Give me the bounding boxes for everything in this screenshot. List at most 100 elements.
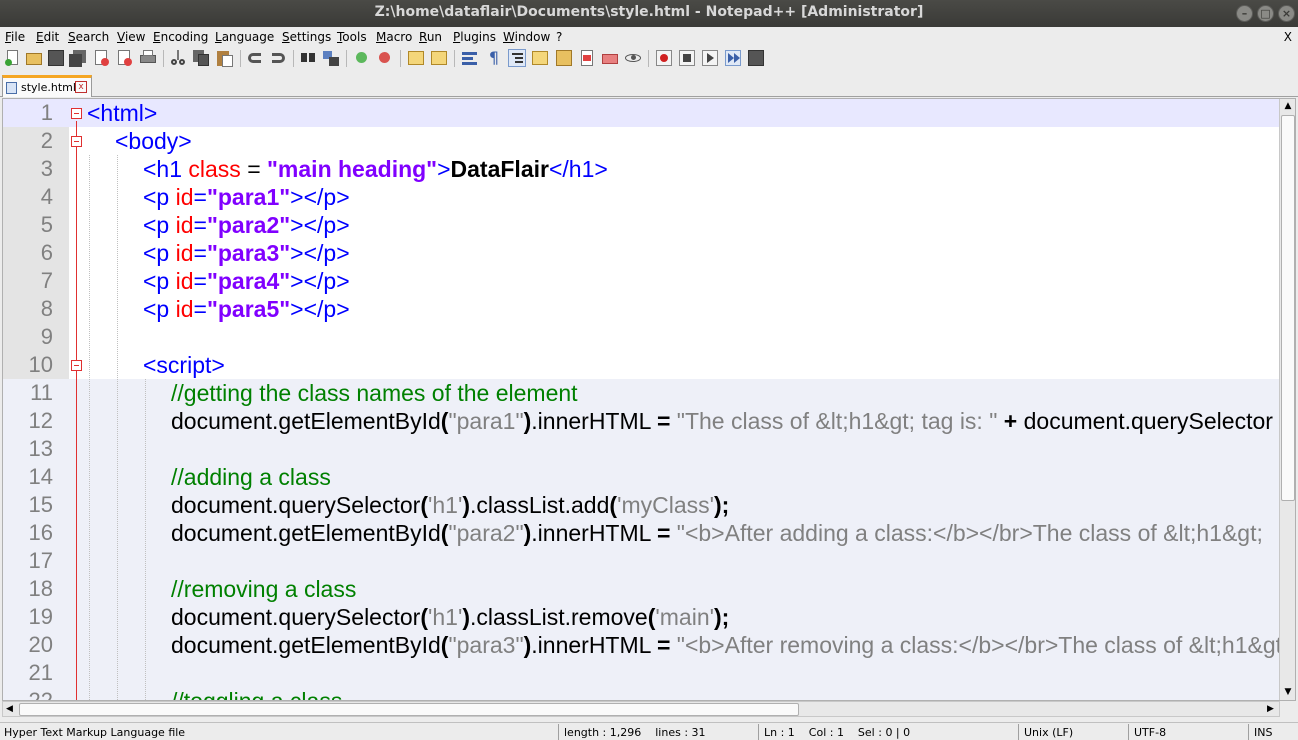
menu-edit[interactable]: Edit — [36, 30, 59, 44]
undo-icon[interactable] — [246, 49, 264, 67]
word-wrap-icon[interactable] — [461, 49, 479, 67]
code-line[interactable]: 18 //removing a class — [3, 575, 1279, 603]
indent-guide — [117, 603, 118, 631]
maximize-button[interactable]: □ — [1257, 5, 1274, 22]
menu-encoding[interactable]: Encoding — [153, 30, 208, 44]
code-line[interactable]: 14 //adding a class — [3, 463, 1279, 491]
code-token: "para4" — [206, 268, 291, 294]
indent-guide — [145, 631, 146, 659]
zoom-out-icon[interactable] — [376, 49, 394, 67]
code-line[interactable]: 15 document.querySelector('h1').classList… — [3, 491, 1279, 519]
copy-icon[interactable] — [192, 49, 210, 67]
fold-toggle-body[interactable] — [71, 136, 82, 147]
horizontal-scrollbar[interactable]: ◀ ▶ — [2, 701, 1280, 717]
code-line[interactable]: 8 <p id="para5"></p> — [3, 295, 1279, 323]
indent-guide — [117, 687, 118, 700]
indent-guide — [117, 267, 118, 295]
code-line[interactable]: 7 <p id="para4"></p> — [3, 267, 1279, 295]
scroll-right-icon[interactable]: ▶ — [1267, 704, 1274, 714]
code-line[interactable]: 6 <p id="para3"></p> — [3, 239, 1279, 267]
code-line[interactable]: 13 — [3, 435, 1279, 463]
indent-guide — [117, 547, 118, 575]
menu-plugins[interactable]: Plugins — [453, 30, 496, 44]
code-line[interactable]: 9 — [3, 323, 1279, 351]
close-document-button[interactable]: X — [1284, 30, 1292, 44]
code-line[interactable]: 20 document.getElementById("para3").inner… — [3, 631, 1288, 659]
code-line[interactable]: 3 <h1 class = "main heading">DataFlair</h… — [3, 155, 1279, 183]
tab-style-html[interactable]: style.html x — [2, 75, 92, 97]
user-defined-language-icon[interactable] — [531, 49, 549, 67]
code-line[interactable]: 19 document.querySelector('h1').classList… — [3, 603, 1279, 631]
code-line[interactable]: 5 <p id="para2"></p> — [3, 211, 1279, 239]
run-macro-multiple-icon[interactable] — [724, 49, 742, 67]
minimize-button[interactable]: – — [1236, 5, 1253, 22]
sync-vertical-icon[interactable] — [407, 49, 425, 67]
menu-tools[interactable]: Tools — [337, 30, 367, 44]
save-all-icon[interactable] — [69, 49, 87, 67]
code-line[interactable]: 22 //toggling a class — [3, 687, 1279, 701]
code-line[interactable]: 11 //getting the class names of the eleme… — [3, 379, 1279, 407]
new-file-icon[interactable] — [4, 49, 22, 67]
code-line[interactable]: 4 <p id="para1"></p> — [3, 183, 1279, 211]
close-window-button[interactable]: × — [1278, 5, 1295, 22]
code-token: "para2" — [448, 520, 524, 546]
code-line[interactable]: 10 <script> — [3, 351, 1279, 379]
close-icon[interactable] — [93, 49, 111, 67]
code-line[interactable]: 2 <body> — [3, 127, 1279, 155]
function-list-icon[interactable] — [578, 49, 596, 67]
menu-window[interactable]: Window — [503, 30, 550, 44]
code-token: //toggling a class — [171, 688, 343, 701]
menu-settings[interactable]: Settings — [282, 30, 331, 44]
find-icon[interactable] — [299, 49, 317, 67]
menu-language[interactable]: Language — [215, 30, 274, 44]
save-macro-icon[interactable] — [747, 49, 765, 67]
cut-icon[interactable] — [169, 49, 187, 67]
paste-icon[interactable] — [216, 49, 234, 67]
close-all-icon[interactable] — [116, 49, 134, 67]
scroll-left-icon[interactable]: ◀ — [6, 704, 13, 714]
scroll-up-icon[interactable]: ▲ — [1283, 101, 1293, 111]
monitoring-icon[interactable] — [624, 49, 642, 67]
code-token: <p — [143, 212, 176, 238]
code-line[interactable]: 16 document.getElementById("para2").inner… — [3, 519, 1279, 547]
status-eol[interactable]: Unix (LF) — [1024, 726, 1073, 739]
zoom-in-icon[interactable] — [353, 49, 371, 67]
stop-recording-icon[interactable] — [678, 49, 696, 67]
indent-guide-icon[interactable] — [508, 49, 526, 67]
menu-search[interactable]: Search — [68, 30, 109, 44]
save-icon[interactable] — [47, 49, 65, 67]
sync-horizontal-icon[interactable] — [430, 49, 448, 67]
indent-guide — [145, 379, 146, 407]
status-encoding[interactable]: UTF-8 — [1134, 726, 1166, 739]
menu-file[interactable]: File — [5, 30, 25, 44]
menu-view[interactable]: View — [117, 30, 145, 44]
redo-icon[interactable] — [269, 49, 287, 67]
document-map-icon[interactable] — [555, 49, 573, 67]
scroll-down-icon[interactable]: ▼ — [1283, 687, 1293, 697]
menu-macro[interactable]: Macro — [376, 30, 412, 44]
code-token: ></p> — [290, 268, 350, 294]
horizontal-scroll-thumb[interactable] — [19, 703, 799, 716]
record-macro-icon[interactable] — [655, 49, 673, 67]
folder-as-workspace-icon[interactable] — [601, 49, 619, 67]
code-editor[interactable]: 1 <html> 2 <body> 3 <h1 class = "main heading… — [2, 98, 1296, 701]
fold-toggle-html[interactable] — [71, 108, 82, 119]
code-line[interactable]: 12 document.getElementById("para1").inner… — [3, 407, 1279, 435]
replace-icon[interactable] — [322, 49, 340, 67]
indent-guide — [145, 491, 146, 519]
code-line[interactable]: 21 — [3, 659, 1279, 687]
menu-help[interactable]: ? — [556, 30, 562, 44]
show-all-chars-icon[interactable]: ¶ — [485, 49, 503, 67]
menu-run[interactable]: Run — [419, 30, 442, 44]
playback-macro-icon[interactable] — [701, 49, 719, 67]
code-line[interactable]: 17 — [3, 547, 1279, 575]
vertical-scroll-thumb[interactable] — [1281, 115, 1295, 501]
close-tab-icon[interactable]: x — [75, 81, 87, 93]
line-number: 16 — [28, 520, 53, 545]
print-icon[interactable] — [139, 49, 157, 67]
vertical-scrollbar[interactable]: ▲ ▼ — [1279, 99, 1295, 700]
fold-toggle-script[interactable] — [71, 360, 82, 371]
open-file-icon[interactable] — [25, 49, 43, 67]
code-token: "para3" — [448, 632, 524, 658]
code-line[interactable]: 1 <html> — [3, 99, 1279, 127]
